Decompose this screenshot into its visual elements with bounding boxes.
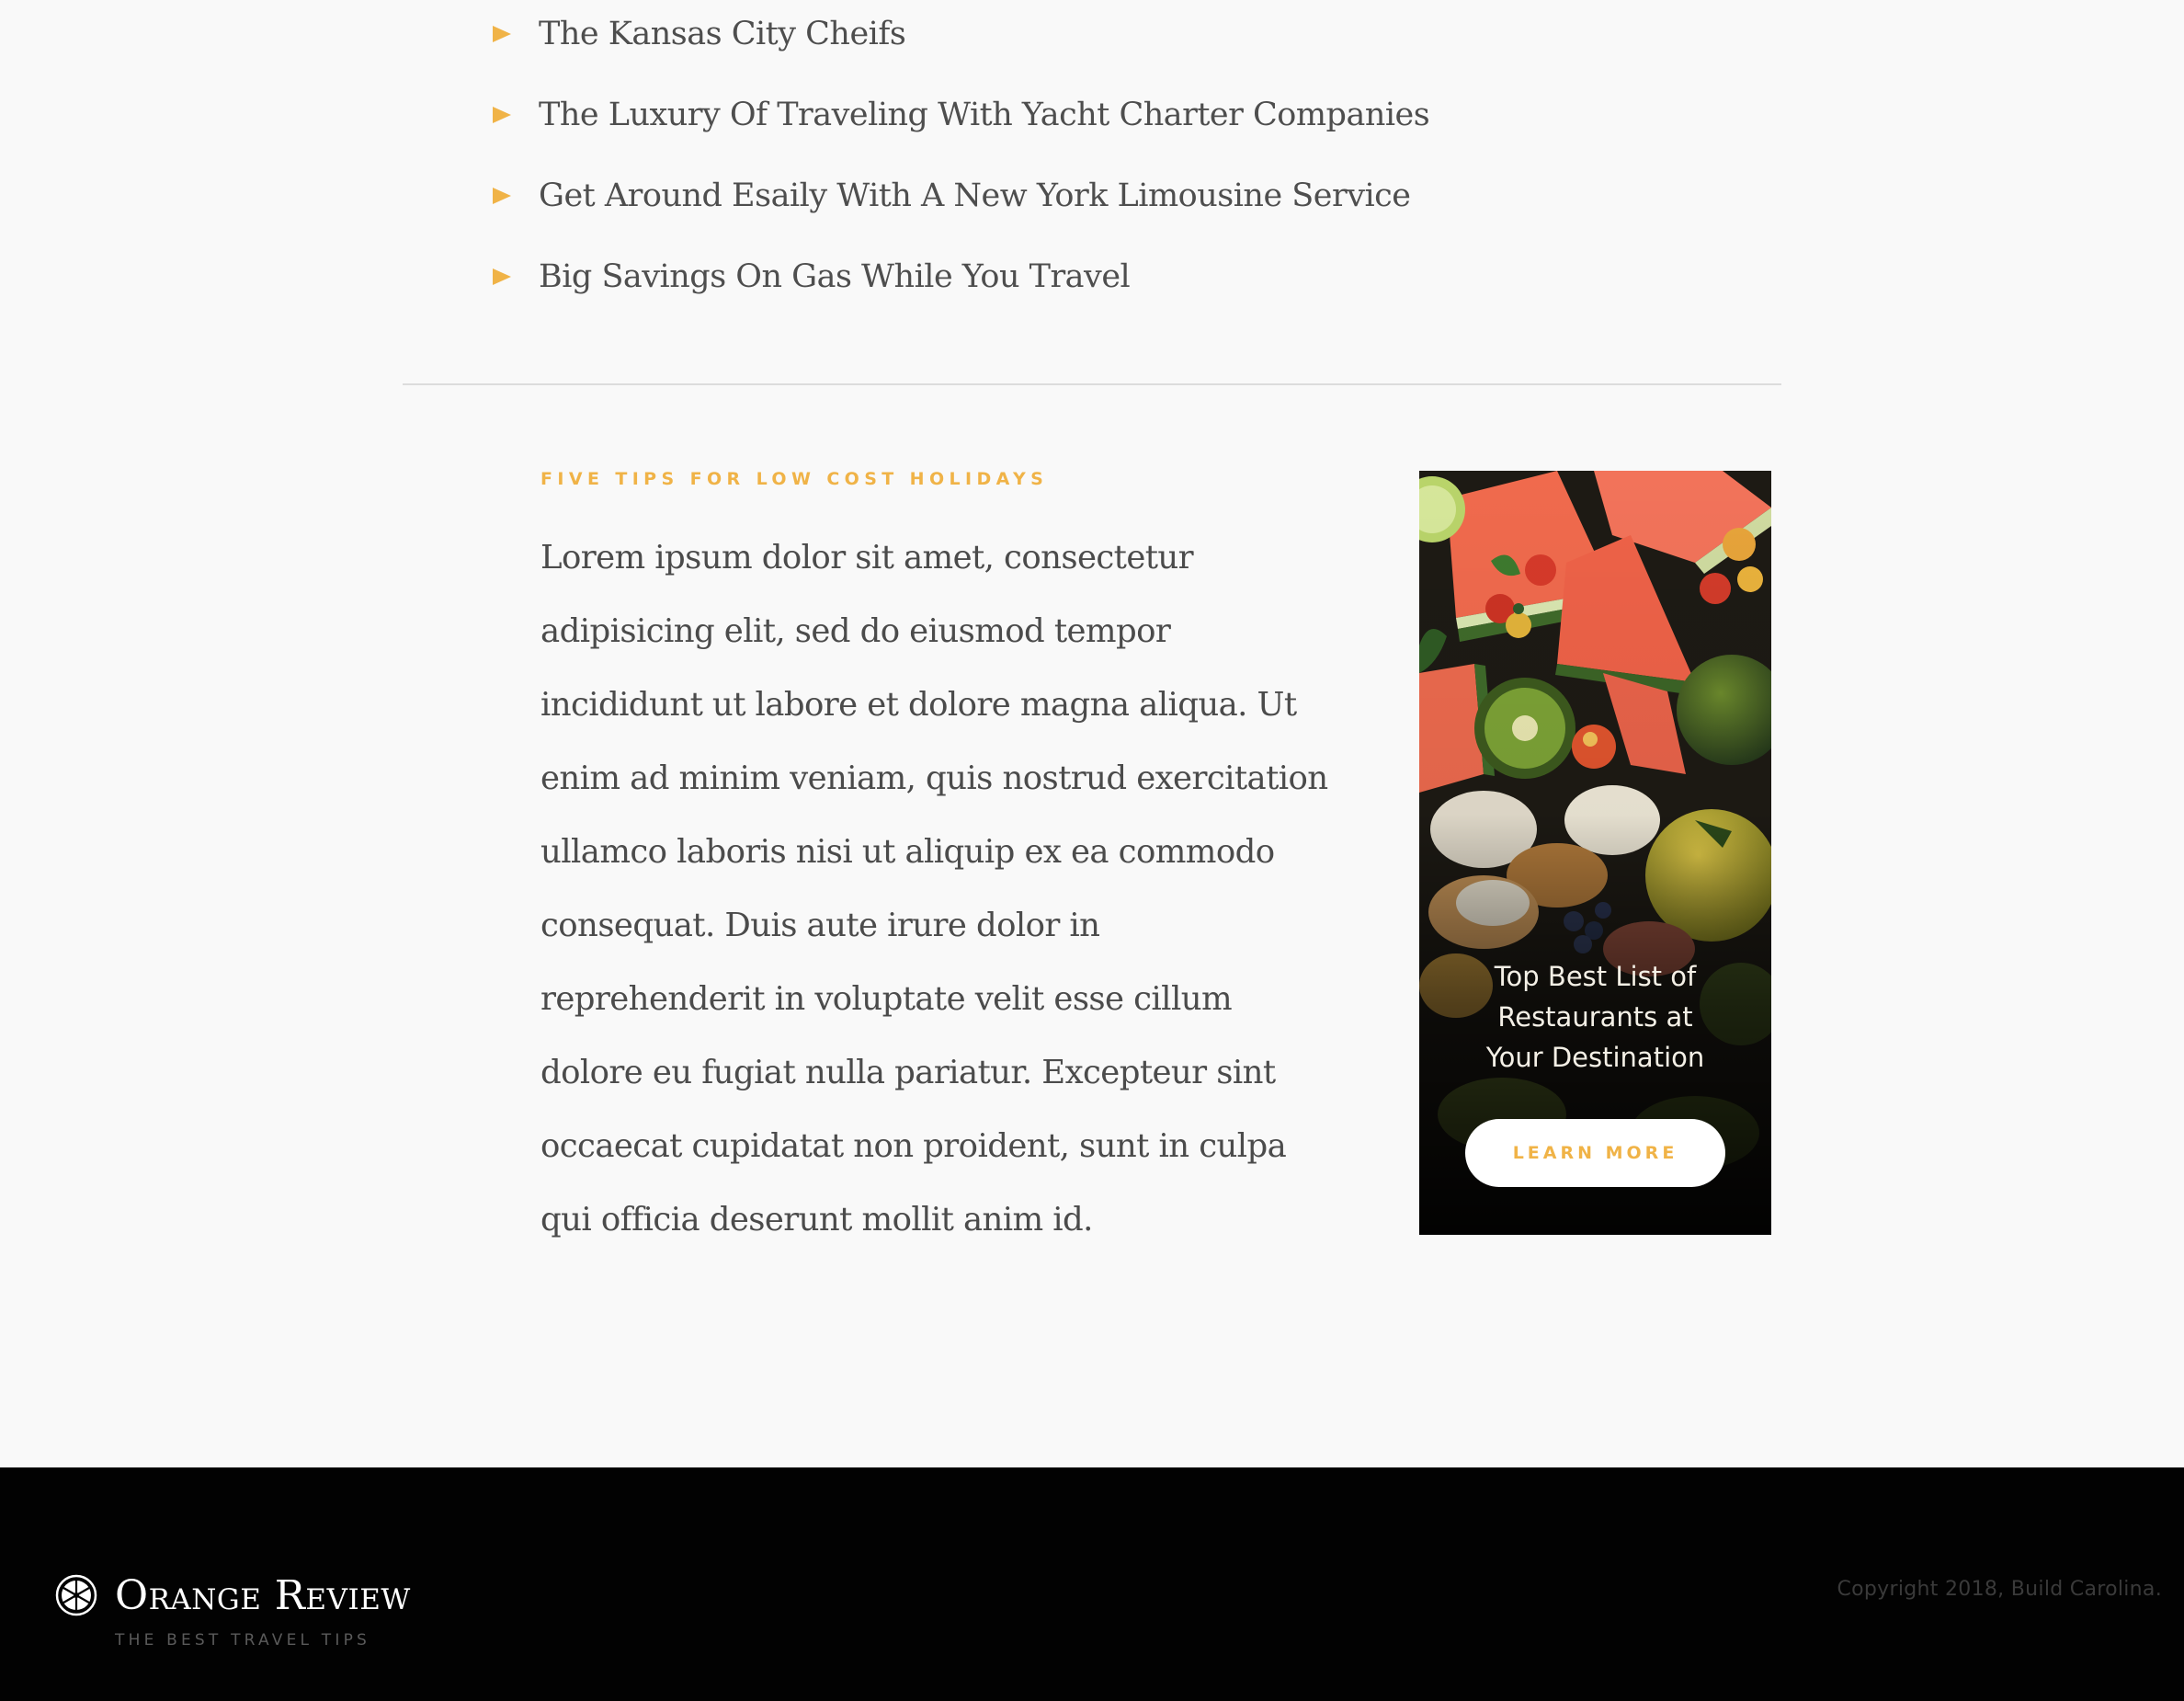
brand-tagline: THE BEST TRAVEL TIPS (115, 1631, 371, 1650)
list-item[interactable]: The Luxury Of Traveling With Yacht Chart… (493, 83, 1430, 147)
promo-title: Top Best List of Restaurants at Your Des… (1485, 961, 1705, 1073)
related-post-link[interactable]: The Luxury Of Traveling With Yacht Chart… (539, 97, 1430, 133)
site-footer: Orange Review THE BEST TRAVEL TIPS Copyr… (0, 1467, 2184, 1701)
related-post-link[interactable]: Big Savings On Gas While You Travel (539, 258, 1131, 295)
related-post-link[interactable]: The Kansas City Cheifs (539, 16, 906, 52)
learn-more-button[interactable]: LEARN MORE (1465, 1119, 1725, 1187)
section-divider (403, 383, 1781, 385)
list-item[interactable]: Big Savings On Gas While You Travel (493, 245, 1131, 309)
promo-card: Top Best List of Restaurants at Your Des… (1419, 471, 1771, 1235)
related-post-link[interactable]: Get Around Esaily With A New York Limous… (539, 177, 1411, 214)
orange-slice-icon[interactable] (55, 1574, 97, 1616)
brand-name[interactable]: Orange Review (115, 1572, 411, 1619)
article-body: Lorem ipsum dolor sit amet, consectetur … (540, 539, 1328, 1239)
page: The Kansas City Cheifs The Luxury Of Tra… (0, 0, 2184, 1701)
bullet-arrow-icon (493, 26, 511, 42)
copyright-text: Copyright 2018, Build Carolina. (1837, 1578, 2162, 1601)
bullet-arrow-icon (493, 268, 511, 285)
article-kicker: FIVE TIPS FOR LOW COST HOLIDAYS (540, 469, 1049, 489)
list-item[interactable]: Get Around Esaily With A New York Limous… (493, 164, 1411, 228)
bullet-arrow-icon (493, 107, 511, 123)
list-item[interactable]: The Kansas City Cheifs (493, 2, 906, 66)
bullet-arrow-icon (493, 188, 511, 204)
